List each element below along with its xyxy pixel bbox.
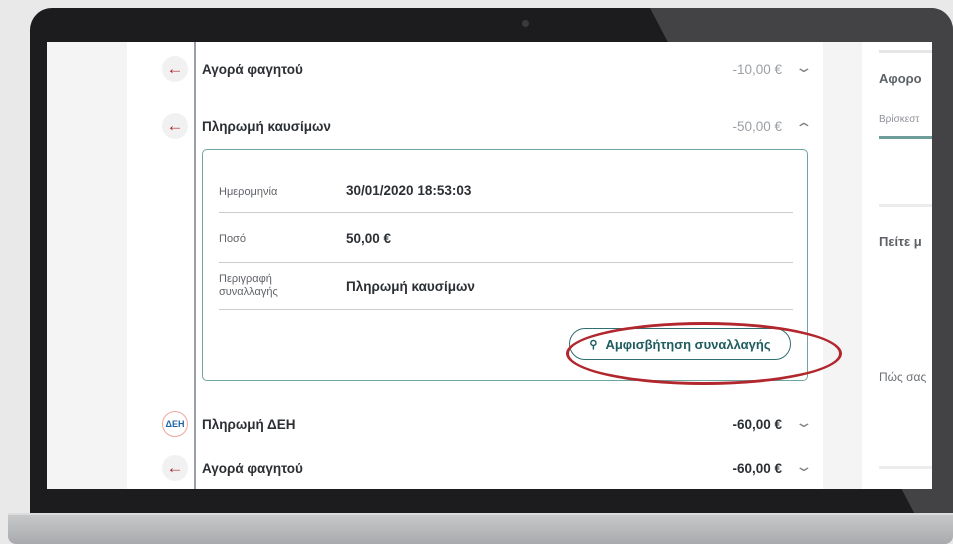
arrow-left-icon: ← <box>162 455 188 481</box>
laptop-frame: Αφορο Βρίσκεστ Πείτε μ Πώς σας ← Αγορά φ… <box>30 8 953 518</box>
amount-label: Ποσό <box>219 233 246 245</box>
chevron-down-icon[interactable]: ⌄ <box>795 59 814 76</box>
divider <box>879 50 932 53</box>
chevron-down-icon[interactable]: ⌄ <box>795 458 814 475</box>
right-heading: Αφορο <box>879 71 922 86</box>
laptop-base <box>8 515 953 544</box>
detail-row-amount: Ποσό 50,00 € <box>219 212 793 263</box>
transaction-label: Πληρωμή ΔΕΗ <box>202 417 296 432</box>
date-label: Ημερομηνία <box>219 186 278 198</box>
detail-row-date: Ημερομηνία 30/01/2020 18:53:03 <box>219 168 793 213</box>
description-value: Πληρωμή καυσίμων <box>346 279 475 294</box>
camera <box>522 20 529 27</box>
chevron-down-icon[interactable]: ⌄ <box>795 414 814 431</box>
amount-value: 50,00 € <box>346 231 392 246</box>
screen: Αφορο Βρίσκεστ Πείτε μ Πώς σας ← Αγορά φ… <box>47 42 932 489</box>
transaction-label: Αγορά φαγητού <box>202 62 303 77</box>
transaction-row[interactable]: ΔΕΗ Πληρωμή ΔΕΗ -60,00 € ⌄ <box>162 410 814 440</box>
divider <box>879 466 932 469</box>
transaction-amount: -60,00 € <box>732 461 782 476</box>
date-value: 30/01/2020 18:53:03 <box>346 183 472 198</box>
transaction-label: Πληρωμή καυσίμων <box>202 119 331 134</box>
transaction-amount: -50,00 € <box>732 119 782 134</box>
divider <box>879 204 932 207</box>
chevron-up-icon[interactable]: ⌃ <box>795 120 814 137</box>
transaction-label: Αγορά φαγητού <box>202 461 303 476</box>
arrow-left-icon: ← <box>162 113 188 139</box>
transaction-row[interactable]: ← Αγορά φαγητού -60,00 € ⌄ <box>162 454 814 484</box>
detail-row-description: Περιγραφή συναλλαγής Πληρωμή καυσίμων <box>219 262 793 310</box>
right-panel: Αφορο Βρίσκεστ Πείτε μ Πώς σας <box>862 42 932 489</box>
transaction-amount: -60,00 € <box>732 417 782 432</box>
deh-logo-icon: ΔΕΗ <box>162 411 188 437</box>
right-text: Πώς σας <box>879 370 927 384</box>
description-label: Περιγραφή συναλλαγής <box>219 273 278 298</box>
highlight-ring <box>566 322 842 385</box>
right-subtext: Βρίσκεστ <box>879 114 920 125</box>
transaction-amount: -10,00 € <box>732 62 782 77</box>
right-heading-2: Πείτε μ <box>879 234 922 249</box>
transaction-row[interactable]: ← Πληρωμή καυσίμων -50,00 € ⌃ <box>162 112 814 142</box>
progress-bar <box>879 136 932 139</box>
arrow-left-icon: ← <box>162 56 188 82</box>
transaction-row[interactable]: ← Αγορά φαγητού -10,00 € ⌄ <box>162 55 814 85</box>
